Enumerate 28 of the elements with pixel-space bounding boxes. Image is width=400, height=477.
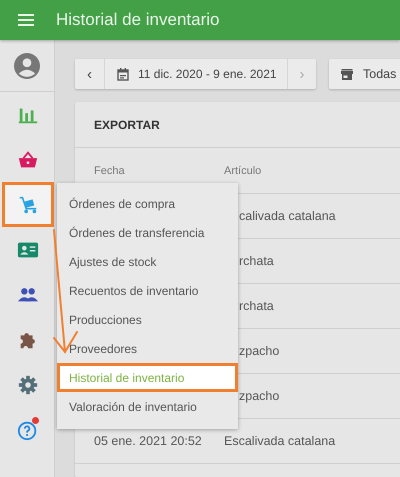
calendar-icon xyxy=(117,68,129,80)
basket-icon xyxy=(17,148,39,170)
menu-item[interactable]: Recuentos de inventario xyxy=(57,276,238,305)
table-cell: Escalivada catalana xyxy=(224,434,336,448)
date-range-button[interactable]: 11 dic. 2020 - 9 ene. 2021 xyxy=(104,59,287,89)
previous-button[interactable]: ‹ xyxy=(75,59,104,89)
table-cell-text: calivada catalana xyxy=(238,209,336,223)
table-cell-text: rchata xyxy=(238,254,274,268)
table-cell-text: 05 ene. 2021 20:52 xyxy=(93,434,203,448)
menu-icon[interactable] xyxy=(18,14,34,26)
export-button[interactable]: EXPORTAR xyxy=(94,118,160,132)
menu-item[interactable]: Valoración de inventario xyxy=(57,392,238,421)
column-header: Artículo xyxy=(224,164,262,176)
table-cell-text: zpacho xyxy=(238,344,280,358)
menu-item[interactable]: Ajustes de stock xyxy=(57,247,238,276)
menu-item[interactable]: Órdenes de transferencia xyxy=(57,218,238,247)
nav-item[interactable] xyxy=(2,182,54,227)
column-header: Fecha xyxy=(93,164,126,176)
menu-item[interactable]: Órdenes de compra xyxy=(57,189,238,218)
store-icon xyxy=(341,68,353,80)
table-cell-text: rchata xyxy=(238,299,274,313)
menu-item[interactable]: Proveedores xyxy=(57,334,238,363)
user-avatar-icon[interactable] xyxy=(14,52,40,78)
settings-icon xyxy=(17,374,39,396)
table-cell-text: zpacho xyxy=(238,389,280,403)
menu-item[interactable]: Producciones xyxy=(57,305,238,334)
page-title: Historial de inventario xyxy=(56,10,220,30)
store-filter-button[interactable]: Todas xyxy=(329,59,400,89)
